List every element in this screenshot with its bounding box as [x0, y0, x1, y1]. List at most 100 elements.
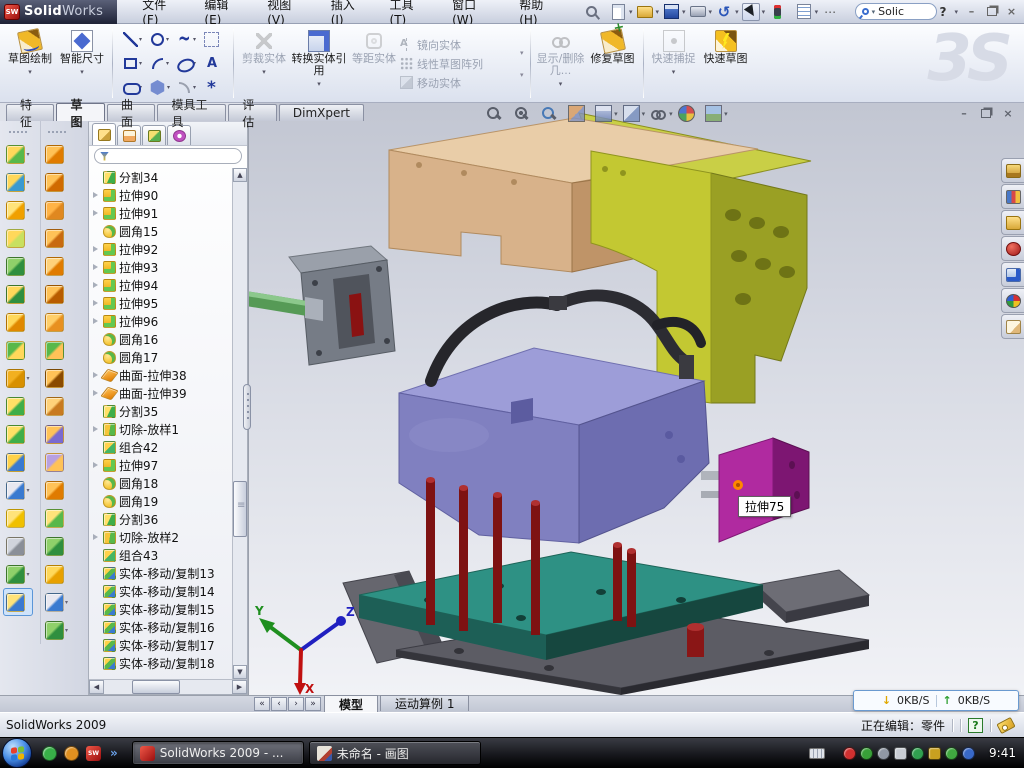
task-pane-tab[interactable]: [1001, 210, 1024, 235]
doc-restore-button[interactable]: [978, 106, 994, 120]
feature-tool-button[interactable]: ▾: [3, 532, 33, 560]
tray-icon[interactable]: [945, 747, 958, 760]
dropdown-caret-icon[interactable]: ▾: [709, 8, 713, 16]
feature-tree-item[interactable]: 组合43: [91, 546, 231, 564]
dropdown-caret-icon[interactable]: ▾: [614, 110, 618, 118]
surface-tool-button[interactable]: ▾: [42, 504, 72, 532]
tray-icon[interactable]: [843, 747, 856, 760]
feature-tree-item[interactable]: 切除-放样2: [91, 528, 231, 546]
dropdown-caret-icon[interactable]: ▾: [28, 66, 32, 78]
toolbar-icon[interactable]: [582, 3, 600, 21]
expand-arrow-icon[interactable]: [91, 263, 100, 272]
model-tab[interactable]: 模型: [324, 695, 378, 712]
start-button[interactable]: [2, 738, 32, 768]
surface-tool-button[interactable]: ▾: [42, 196, 72, 224]
feature-tree-item[interactable]: 分割36: [91, 510, 231, 528]
search-box[interactable]: ▾ Solic: [855, 3, 937, 20]
expand-arrow-icon[interactable]: [91, 569, 100, 578]
toolbar-icon[interactable]: [795, 3, 813, 21]
feature-tree-item[interactable]: 拉伸90: [91, 186, 231, 204]
sketch-entity-button[interactable]: ▾: [200, 52, 227, 76]
expand-arrow-icon[interactable]: [91, 659, 100, 668]
dropdown-caret-icon[interactable]: ▾: [724, 110, 728, 118]
task-pane-tab[interactable]: [1001, 236, 1024, 261]
feature-tool-button[interactable]: ▾: [3, 392, 33, 420]
feature-tree-item[interactable]: 实体-移动/复制17: [91, 636, 231, 654]
panel-splitter-handle[interactable]: [243, 384, 251, 430]
dropdown-caret-icon[interactable]: ▾: [520, 49, 524, 57]
messenger-icon[interactable]: [42, 746, 57, 761]
view-tool-icon[interactable]: [595, 105, 612, 122]
command-tab[interactable]: 评估: [228, 104, 276, 121]
surface-tool-button[interactable]: ▾: [42, 616, 72, 644]
sketch-entity-button[interactable]: ▾: [173, 52, 200, 76]
feature-tool-button[interactable]: ▾: [3, 504, 33, 532]
expand-arrow-icon[interactable]: [91, 173, 100, 182]
toolbar-icon[interactable]: [636, 3, 654, 21]
surface-tool-button[interactable]: ▾: [42, 280, 72, 308]
task-pane-tab[interactable]: [1001, 158, 1024, 183]
dropdown-caret-icon[interactable]: ▾: [762, 8, 766, 16]
sketch-entity-button[interactable]: ▾: [173, 28, 200, 52]
scrollbar-thumb[interactable]: [233, 481, 247, 537]
toolbar-icon[interactable]: [609, 3, 627, 21]
tray-icon[interactable]: [962, 747, 975, 760]
feature-tree-item[interactable]: 拉伸95: [91, 294, 231, 312]
expand-arrow-icon[interactable]: [91, 317, 100, 326]
surface-tool-button[interactable]: ▾: [42, 476, 72, 504]
view-tool-icon[interactable]: [568, 105, 585, 122]
sketch-entity-button[interactable]: ▾: [146, 28, 173, 52]
command-tab[interactable]: 特征: [6, 104, 54, 121]
surface-tool-button[interactable]: ▾: [42, 224, 72, 252]
display-delete-relations-button[interactable]: 显示/删除几... ▾: [535, 27, 587, 100]
doc-close-button[interactable]: ×: [1000, 106, 1016, 120]
toolbar-icon[interactable]: [821, 3, 839, 21]
tray-icon[interactable]: [860, 747, 873, 760]
expand-arrow-icon[interactable]: [91, 245, 100, 254]
dropdown-caret-icon[interactable]: ▾: [629, 8, 633, 16]
surface-tool-button[interactable]: ▾: [42, 168, 72, 196]
feature-tree-item[interactable]: 实体-移动/复制16: [91, 618, 231, 636]
feature-tree-item[interactable]: 实体-移动/复制15: [91, 600, 231, 618]
expand-arrow-icon[interactable]: [91, 227, 100, 236]
expand-arrow-icon[interactable]: [91, 605, 100, 614]
task-pane-tab[interactable]: [1001, 288, 1024, 313]
trim-entities-button[interactable]: 剪裁实体 ▾: [238, 27, 290, 100]
move-entities-button[interactable]: 移动实体: [400, 75, 518, 91]
feature-tool-button[interactable]: ▾: [3, 224, 33, 252]
task-pane-tab[interactable]: [1001, 262, 1024, 287]
expand-arrow-icon[interactable]: [91, 299, 100, 308]
minimize-button[interactable]: –: [963, 4, 980, 19]
tab-nav-button[interactable]: »: [305, 697, 321, 711]
scroll-left-arrow[interactable]: ◀: [89, 680, 104, 694]
search-caret-icon[interactable]: ▾: [872, 8, 876, 16]
dropdown-caret-icon[interactable]: ▾: [735, 8, 739, 16]
dropdown-caret-icon[interactable]: ▾: [682, 8, 686, 16]
help-caret-icon[interactable]: ▾: [954, 8, 958, 16]
feature-tree-item[interactable]: 拉伸93: [91, 258, 231, 276]
expand-arrow-icon[interactable]: [91, 335, 100, 344]
dropdown-caret-icon[interactable]: ▾: [815, 8, 819, 16]
surface-tool-button[interactable]: ▾: [42, 336, 72, 364]
feature-tree-item[interactable]: 曲面-拉伸39: [91, 384, 231, 402]
smart-dimension-button[interactable]: 智能尺寸 ▾: [56, 27, 108, 100]
toolbar-icon[interactable]: [715, 3, 733, 21]
sketch-entity-button[interactable]: ▾: [200, 28, 227, 52]
surface-tool-button[interactable]: ▾: [42, 448, 72, 476]
model-tab[interactable]: 运动算例 1: [380, 695, 469, 711]
view-tool-icon[interactable]: [540, 105, 557, 122]
tray-icon[interactable]: [911, 747, 924, 760]
quick-launch-chevron[interactable]: »: [110, 746, 118, 760]
feature-tree-item[interactable]: 拉伸94: [91, 276, 231, 294]
feature-tree-item[interactable]: 圆角16: [91, 330, 231, 348]
sketch-entity-button[interactable]: ▾: [146, 52, 173, 76]
dropdown-caret-icon[interactable]: ▾: [669, 110, 673, 118]
mirror-entities-button[interactable]: 镜向实体: [400, 37, 518, 53]
command-tab[interactable]: DimXpert: [279, 104, 364, 121]
feature-tool-button[interactable]: ▾: [3, 252, 33, 280]
expand-arrow-icon[interactable]: [91, 371, 100, 380]
surface-tool-button[interactable]: ▾: [42, 420, 72, 448]
tree-horizontal-scrollbar[interactable]: ◀ ▶: [89, 679, 247, 694]
feature-tool-button[interactable]: ▾: [3, 588, 33, 616]
feature-tool-button[interactable]: ▾: [3, 140, 33, 168]
